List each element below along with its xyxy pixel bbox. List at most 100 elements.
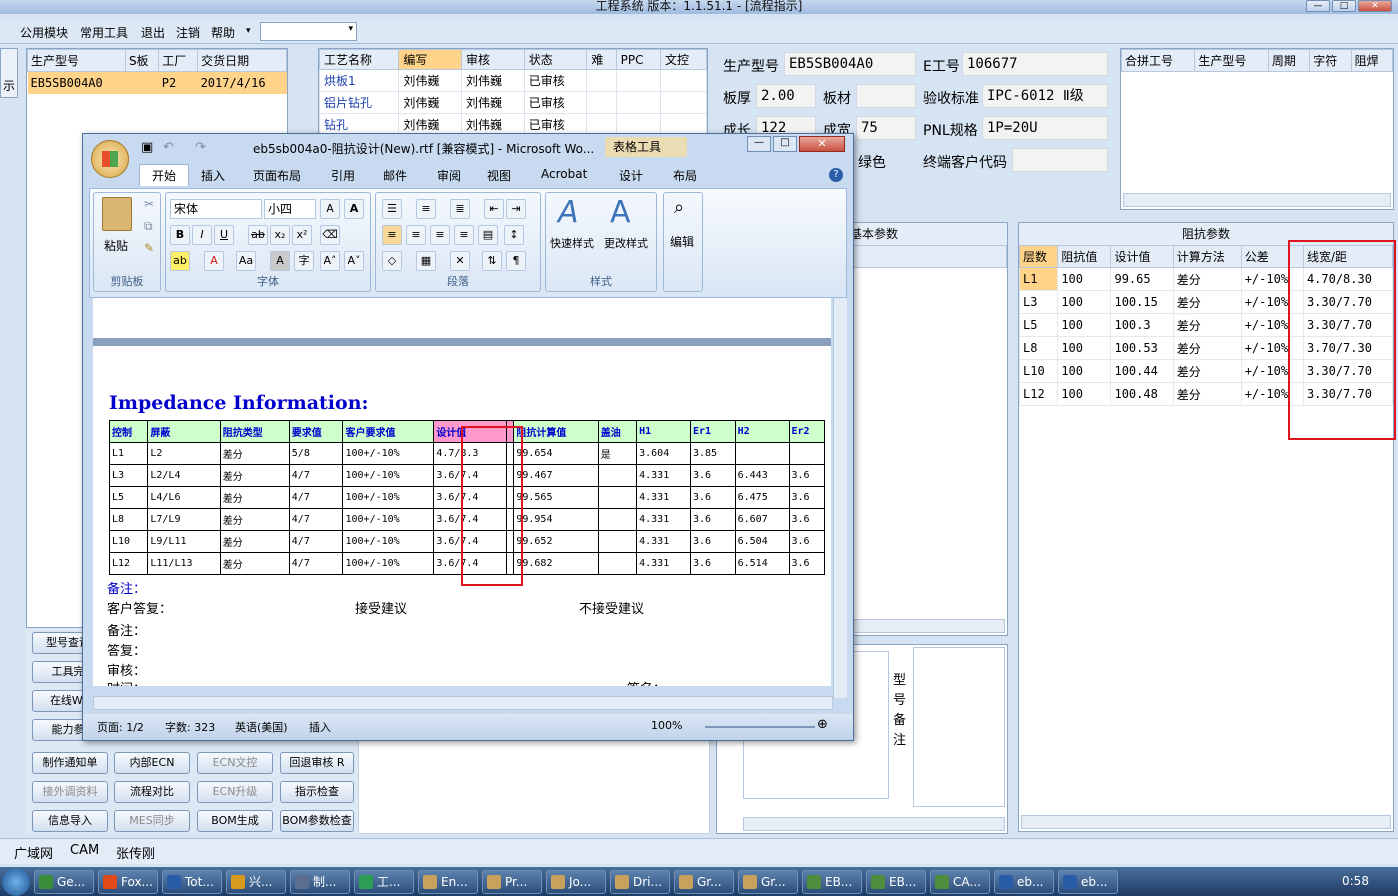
doc-table-cell[interactable]: 3.6 (689, 464, 736, 487)
grow-font-icon[interactable]: A (320, 199, 340, 219)
impedance-cell[interactable]: 100 (1057, 267, 1112, 291)
impedance-cell[interactable]: 100 (1057, 290, 1112, 314)
help-icon[interactable]: ? (829, 168, 843, 182)
numbering-icon[interactable]: ≡ (416, 199, 436, 219)
doc-table-cell[interactable]: 差分 (219, 552, 290, 575)
doc-table-cell[interactable]: 3.6 (689, 530, 736, 553)
change-case-icon[interactable]: Aa (236, 251, 256, 271)
vertical-scrollbar[interactable] (833, 298, 847, 698)
redo-icon[interactable]: ↷ (195, 140, 206, 155)
align-right-icon[interactable]: ≡ (430, 225, 450, 245)
doc-table-cell[interactable] (597, 464, 638, 487)
action-button[interactable]: BOM参数检查 (280, 810, 354, 832)
close-button[interactable]: ✕ (1358, 0, 1392, 12)
table-row[interactable]: 烘板1 刘伟巍 刘伟巍 已审核 (318, 69, 708, 92)
taskbar-item[interactable]: Pr... (482, 870, 542, 894)
doc-table-cell[interactable]: L11/L13 (147, 552, 221, 575)
impedance-cell[interactable]: L3 (1018, 290, 1059, 314)
doc-table-cell[interactable]: 4.331 (636, 464, 691, 487)
doc-table-cell[interactable] (597, 530, 638, 553)
order-header[interactable]: 生产型号 (27, 49, 126, 72)
doc-table-cell[interactable]: 6.475 (734, 486, 790, 509)
doc-table-cell[interactable]: L9/L11 (147, 530, 221, 553)
doc-table-cell[interactable]: 差分 (219, 486, 290, 509)
word-close-button[interactable]: ✕ (799, 136, 845, 152)
table-row[interactable]: 铝片钻孔 刘伟巍 刘伟巍 已审核 (318, 91, 708, 114)
taskbar-item[interactable]: Fox... (98, 870, 158, 894)
impedance-cell[interactable]: 100 (1057, 359, 1112, 383)
doc-table-cell[interactable]: 4.331 (636, 486, 691, 509)
doc-table-cell[interactable] (597, 486, 638, 509)
doc-table-cell[interactable]: 6.607 (734, 508, 790, 531)
doc-table-cell[interactable]: 100+/-10% (342, 464, 435, 487)
doc-table-cell[interactable]: 3.6 (788, 530, 825, 553)
increase-indent-icon[interactable]: ⇥ (506, 199, 526, 219)
thick-field[interactable]: 2.00 (756, 84, 816, 108)
taskbar-item[interactable]: CA... (930, 870, 990, 894)
doc-table-header[interactable]: Er1 (689, 420, 736, 443)
merge-header[interactable]: 字符 (1309, 49, 1352, 72)
process-cell[interactable]: 已审核 (523, 69, 588, 92)
taskbar-item[interactable]: Dri... (610, 870, 670, 894)
doc-table-header[interactable]: H1 (636, 420, 691, 443)
process-cell[interactable] (615, 69, 661, 92)
process-cell[interactable]: 刘伟巍 (461, 69, 525, 92)
doc-table-cell[interactable]: 5/8 (288, 442, 344, 465)
doc-table-cell[interactable]: 差分 (219, 530, 290, 553)
line-spacing-icon[interactable]: ↕ (504, 225, 524, 245)
bullets-icon[interactable]: ☰ (382, 199, 402, 219)
decrease-indent-icon[interactable]: ⇤ (484, 199, 504, 219)
taskbar-item[interactable]: Gr... (738, 870, 798, 894)
remark-scrollbar[interactable] (743, 817, 1005, 831)
doc-table-header[interactable]: Er2 (788, 420, 825, 443)
horizontal-scrollbar[interactable] (93, 696, 833, 710)
std-field[interactable]: IPC-6012 Ⅱ级 (982, 84, 1108, 108)
ribbon-tab[interactable]: 审阅 (437, 167, 461, 184)
action-button[interactable]: BOM生成 (197, 810, 273, 832)
taskbar-item[interactable]: 工... (354, 870, 414, 894)
remark-text-area[interactable] (913, 647, 1005, 807)
process-header[interactable]: PPC (615, 49, 661, 70)
grow-icon[interactable]: A˄ (320, 251, 340, 271)
tab-user[interactable]: 张传刚 (116, 843, 155, 862)
subscript-icon[interactable]: x₂ (270, 225, 290, 245)
minimize-button[interactable]: — (1306, 0, 1330, 12)
menu-dropdown-icon[interactable]: ▾ (246, 26, 251, 36)
doc-table-cell[interactable]: 4/7 (288, 552, 344, 575)
doc-table-cell[interactable]: 99.654 (513, 442, 599, 465)
word-minimize-button[interactable]: — (747, 136, 771, 152)
ribbon-tab[interactable]: 页面布局 (253, 167, 301, 184)
impedance-cell[interactable]: 100 (1057, 382, 1112, 406)
doc-table-cell[interactable]: 3.6 (788, 464, 825, 487)
superscript-icon[interactable]: x² (292, 225, 312, 245)
menu-public[interactable]: 公用模块 (20, 24, 68, 41)
order-cell[interactable]: P2 (159, 72, 198, 94)
order-header[interactable]: 交货日期 (197, 49, 287, 72)
doc-table-header[interactable]: 屏蔽 (147, 420, 221, 443)
action-button[interactable]: 流程对比 (114, 781, 190, 803)
italic-icon[interactable]: I (192, 225, 212, 245)
process-cell[interactable]: 烘板1 (318, 69, 400, 92)
doc-table-cell[interactable]: 3.6 (689, 486, 736, 509)
doc-table-cell[interactable]: 99.652 (513, 530, 599, 553)
impedance-cell[interactable]: 差分 (1172, 336, 1242, 360)
pnl-field[interactable]: 1P=20U (982, 116, 1108, 140)
doc-table-cell[interactable]: L7/L9 (147, 508, 221, 531)
doc-table-cell[interactable]: 差分 (219, 508, 290, 531)
doc-table-cell[interactable]: 100+/-10% (342, 508, 435, 531)
doc-table-cell[interactable]: L8 (108, 508, 149, 531)
doc-table-header[interactable]: 阻抗类型 (219, 420, 290, 443)
action-button[interactable]: 回退审核 R (280, 752, 354, 774)
doc-table-cell[interactable]: 100+/-10% (342, 552, 435, 575)
process-cell[interactable]: 已审核 (523, 91, 588, 114)
highlight-icon[interactable]: ab (170, 251, 190, 271)
doc-table-cell[interactable]: 3.6 (788, 508, 825, 531)
doc-table-cell[interactable]: 99.565 (513, 486, 599, 509)
find-icon[interactable]: ⌕ (674, 197, 684, 218)
impedance-cell[interactable]: L1 (1018, 267, 1059, 291)
process-header[interactable]: 状态 (523, 49, 588, 70)
doc-table-cell[interactable]: 4/7 (288, 508, 344, 531)
action-button[interactable]: ECN升级 (197, 781, 273, 803)
doc-table-cell[interactable]: 是 (597, 442, 638, 465)
align-left-icon[interactable]: ≡ (382, 225, 402, 245)
